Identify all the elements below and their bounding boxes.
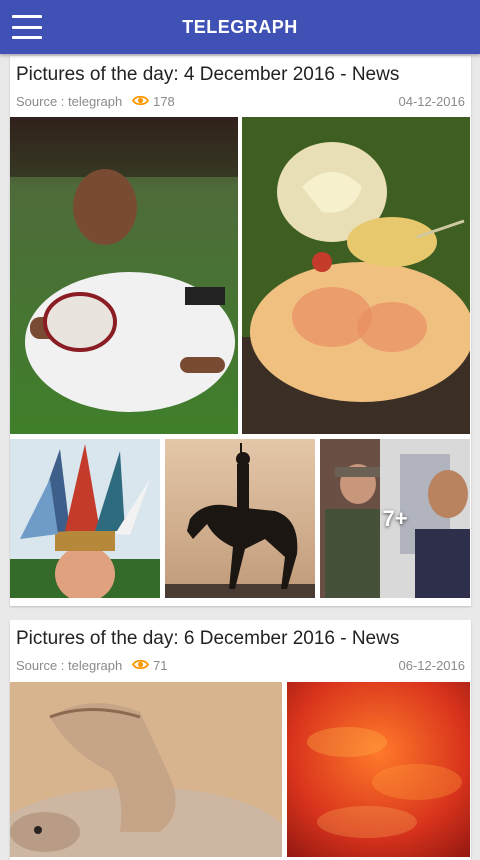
photo-red-sky[interactable] [287,682,470,857]
menu-icon[interactable] [12,15,42,39]
photo-feather-headdress[interactable] [10,439,160,598]
post-meta: Source : telegraph 71 06-12-2016 [16,658,465,676]
photo-frog-snail[interactable] [242,117,470,434]
menu-icon-line [12,15,42,18]
eye-icon [131,94,150,110]
app-bar: TELEGRAPH [0,0,480,54]
photo-rugby-player[interactable] [10,117,238,434]
post-date: 06-12-2016 [398,658,466,673]
view-count: 178 [153,94,175,109]
app-title: TELEGRAPH [182,16,298,37]
post-card[interactable]: Pictures of the day: 4 December 2016 - N… [10,56,471,606]
post-source: Source : telegraph [16,94,123,109]
post-card[interactable]: Pictures of the day: 6 December 2016 - N… [10,620,471,860]
menu-icon-line [12,36,42,39]
photo-doorstep[interactable]: 7+ [320,439,470,598]
more-photos-badge[interactable]: 7+ [320,439,470,598]
menu-icon-line [12,25,42,29]
photo-horse-rider-silhouette[interactable] [165,439,315,598]
photo-seal[interactable] [10,682,282,857]
post-date: 04-12-2016 [398,94,466,109]
post-source: Source : telegraph [16,658,123,673]
eye-icon [131,658,150,674]
post-meta: Source : telegraph 178 04-12-2016 [16,94,465,112]
post-title[interactable]: Pictures of the day: 6 December 2016 - N… [16,628,465,650]
post-title[interactable]: Pictures of the day: 4 December 2016 - N… [16,64,465,86]
view-count: 71 [153,658,168,673]
